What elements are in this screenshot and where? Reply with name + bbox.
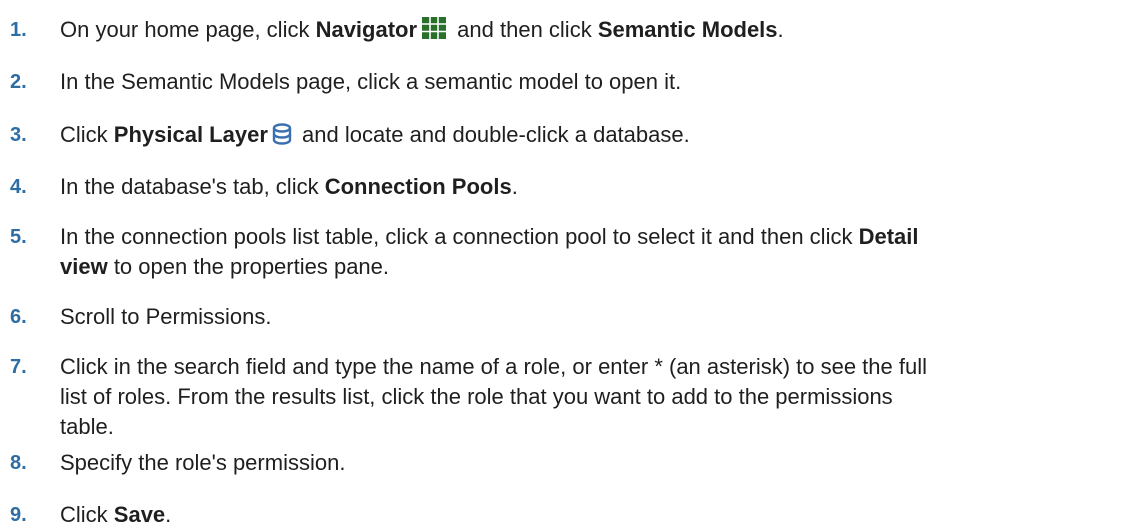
step-number: 8. (10, 452, 27, 474)
step-text-part: . (165, 502, 172, 527)
step-text-part: In the connection pools list table, clic… (60, 224, 859, 249)
step-5: 5. In the connection pools list table, c… (0, 222, 1110, 282)
step-number: 4. (10, 176, 27, 198)
database-icon (272, 123, 292, 153)
step-text-part: . (511, 174, 518, 199)
step-text-part: In the database's tab, click (60, 174, 325, 199)
step-text-part: and locate and double-click a database. (295, 122, 690, 147)
instruction-steps: 1. On your home page, click Navigator an… (0, 0, 1123, 531)
step-number: 2. (10, 71, 27, 93)
step-text-line: table. (60, 414, 114, 439)
step-text-part: and then click (451, 17, 598, 42)
navigator-label: Navigator (315, 17, 418, 42)
step-text-part: On your home page, click (60, 17, 316, 42)
step-number: 5. (10, 226, 27, 248)
step-text-part: Click (60, 122, 114, 147)
step-text: Click Save. (60, 500, 1110, 530)
step-8: 8. Specify the role's permission. (0, 448, 1110, 478)
step-text: In the connection pools list table, clic… (60, 222, 1110, 282)
step-text: In the Semantic Models page, click a sem… (60, 69, 682, 94)
step-1: 1. On your home page, click Navigator an… (0, 15, 1110, 48)
step-text-part: to open the properties pane. (107, 254, 390, 279)
step-number: 6. (10, 306, 27, 328)
step-text-line: Click in the search field and type the n… (60, 354, 928, 379)
save-label: Save (113, 502, 166, 527)
connection-pools-label: Connection Pools (324, 174, 512, 199)
semantic-models-label: Semantic Models (597, 17, 778, 42)
step-text: Click in the search field and type the n… (60, 352, 1110, 442)
physical-layer-label: Physical Layer (113, 122, 268, 147)
step-4: 4. In the database's tab, click Connecti… (0, 172, 1110, 202)
step-text: Click Physical Layer and locate and doub… (60, 120, 1110, 153)
step-text: Scroll to Permissions. (60, 304, 272, 329)
step-number: 3. (10, 124, 27, 146)
step-text-part: Click (60, 502, 114, 527)
step-number: 1. (10, 19, 27, 41)
step-3: 3. Click Physical Layer and locate and d… (0, 120, 1110, 153)
step-number: 9. (10, 504, 27, 526)
detail-label: Detail (858, 224, 919, 249)
view-label: view (60, 254, 108, 279)
step-text-part: . (777, 17, 784, 42)
step-7: 7. Click in the search field and type th… (0, 352, 1110, 442)
step-6: 6. Scroll to Permissions. (0, 302, 1110, 332)
step-text: In the database's tab, click Connection … (60, 172, 1110, 202)
step-9: 9. Click Save. (0, 500, 1110, 530)
step-2: 2. In the Semantic Models page, click a … (0, 67, 1110, 97)
step-text: On your home page, click Navigator and t… (60, 15, 1110, 48)
grid-icon (421, 16, 447, 48)
step-text-line: list of roles. From the results list, cl… (60, 384, 893, 409)
step-number: 7. (10, 356, 27, 378)
step-text: Specify the role's permission. (60, 450, 346, 475)
